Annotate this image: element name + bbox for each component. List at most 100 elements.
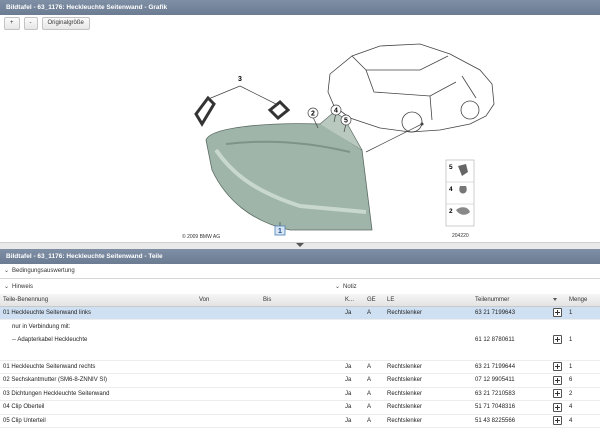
leader-line	[365, 123, 423, 153]
zoom-out-button[interactable]: -	[23, 17, 38, 30]
callout-3[interactable]: 3	[238, 76, 242, 83]
quantity-cell: 2	[566, 387, 600, 401]
table-row[interactable]: 01 Heckleuchte Seitenwand links Ja A Rechts…	[0, 306, 600, 320]
part-number-cell: 63 21 7199643	[472, 306, 550, 320]
quantity-cell: 1	[566, 360, 600, 374]
leader-dot	[420, 122, 424, 126]
ge-cell	[364, 333, 384, 347]
col-header-qty[interactable]: Menge	[566, 294, 600, 307]
table-row[interactable]: 04 Clip Oberteil Ja A Rechtslenker 51 71 704…	[0, 400, 600, 415]
to-cell	[260, 320, 342, 334]
gasket-drawing[interactable]	[194, 95, 291, 127]
part-number-cell: 61 12 8780611	[475, 336, 515, 343]
sort-icon	[553, 297, 557, 301]
panel-splitter[interactable]	[0, 242, 600, 249]
k-cell: Ja	[342, 373, 364, 388]
callout-5[interactable]: 5	[344, 118, 348, 125]
cart-cell	[550, 333, 566, 347]
callout-4[interactable]: 4	[334, 108, 338, 115]
add-to-cart-icon[interactable]	[553, 389, 562, 399]
quantity-cell: 1	[566, 306, 600, 320]
tail-lamp-drawing[interactable]	[205, 111, 373, 231]
graphic-panel-title: Bildtafel - 63_1176: Heckleuchte Seitenw…	[0, 0, 600, 15]
add-to-cart-icon[interactable]	[553, 402, 562, 412]
k-cell: Ja	[342, 306, 364, 320]
part-number-cell: 63 21 7210583	[472, 387, 550, 401]
clip-upper-icon	[459, 186, 467, 194]
table-row[interactable]: nur in Verbindung mit:	[0, 320, 600, 334]
k-cell	[342, 333, 364, 347]
collapse-arrow-icon[interactable]	[296, 243, 304, 247]
table-row[interactable]: 03 Dichtungen Heckleuchte Seitenwand Ja A R…	[0, 387, 600, 401]
table-row[interactable]: -- Adapterkabel Heckleuchte 61 12 8780611…	[0, 333, 600, 347]
thumb-label-4: 4	[449, 186, 453, 193]
notiz-section[interactable]: ⌄ Notiz	[335, 281, 357, 293]
condition-evaluation-section[interactable]: ⌄ Bedingungsauswertung	[0, 265, 600, 277]
col-header-from[interactable]: Von	[196, 294, 260, 307]
thumb-label-2: 2	[449, 208, 453, 215]
condition-evaluation-label: Bedingungsauswertung	[12, 268, 75, 274]
parts-table: Teile-Benennung Von Bis K... GE LE Teile…	[0, 294, 600, 428]
from-cell	[196, 414, 260, 428]
col-header-le[interactable]: LE	[384, 294, 472, 307]
callout-1[interactable]: 1	[278, 228, 282, 235]
to-cell	[260, 414, 342, 428]
le-cell: Rechtslenker	[384, 373, 472, 388]
add-to-cart-icon[interactable]	[553, 375, 562, 385]
part-name-cell: 03 Dichtungen Heckleuchte Seitenwand	[0, 387, 196, 401]
cart-cell	[550, 360, 566, 374]
k-cell: Ja	[342, 387, 364, 401]
to-cell	[260, 306, 342, 320]
part-name-cell	[0, 346, 196, 361]
col-header-name[interactable]: Teile-Benennung	[0, 294, 196, 307]
col-header-k[interactable]: K...	[342, 294, 364, 307]
le-cell: Rechtslenker	[384, 360, 472, 374]
cart-cell	[550, 414, 566, 428]
from-cell	[196, 306, 260, 320]
ge-cell: A	[364, 306, 384, 320]
cart-cell	[550, 400, 566, 415]
k-cell: Ja	[342, 400, 364, 415]
ge-cell	[364, 320, 384, 334]
add-to-cart-icon[interactable]	[553, 335, 562, 345]
hinweis-label: Hinweis	[12, 284, 34, 290]
from-cell	[196, 333, 260, 347]
from-cell	[196, 346, 260, 361]
graphic-toolbar: + - Originalgröße	[4, 17, 90, 33]
original-size-button[interactable]: Originalgröße	[41, 17, 90, 30]
le-cell	[384, 346, 472, 361]
add-to-cart-icon[interactable]	[553, 362, 562, 372]
col-header-to[interactable]: Bis	[260, 294, 342, 307]
small-parts-legend: 5 4 2	[445, 159, 475, 227]
add-to-cart-icon[interactable]	[553, 308, 562, 318]
from-cell	[196, 320, 260, 334]
col-header-ge[interactable]: GE	[364, 294, 384, 307]
thumb-label-5: 5	[449, 164, 453, 171]
add-to-cart-icon[interactable]	[553, 416, 562, 426]
k-cell	[342, 320, 364, 334]
col-header-part-number[interactable]: Teilenummer	[472, 294, 550, 307]
to-cell	[260, 400, 342, 415]
parts-diagram[interactable]: 3 2 4 5 1 5 4 2 © 2009 BMW AG 204220	[0, 34, 600, 242]
hinweis-section[interactable]: ⌄ Hinweis	[4, 284, 33, 290]
from-cell	[196, 360, 260, 374]
notiz-label: Notiz	[343, 284, 357, 290]
callout-2[interactable]: 2	[311, 111, 315, 118]
to-cell	[260, 387, 342, 401]
to-cell	[260, 360, 342, 374]
table-row[interactable]	[0, 346, 600, 361]
ge-cell: A	[364, 387, 384, 401]
quantity-cell	[566, 346, 600, 361]
part-number-cell: 51 71 7048316	[472, 400, 550, 415]
table-row[interactable]: 02 Sechskantmutter (SM6-8-ZNNIV SI) Ja A Re…	[0, 373, 600, 388]
table-row[interactable]: 05 Clip Unterteil Ja A Rechtslenker 51 43 82…	[0, 414, 600, 428]
ge-cell: A	[364, 373, 384, 388]
zoom-in-button[interactable]: +	[4, 17, 20, 30]
ge-cell: A	[364, 414, 384, 428]
cart-cell	[550, 320, 566, 334]
part-name-cell: 04 Clip Oberteil	[0, 400, 196, 415]
k-cell: Ja	[342, 360, 364, 374]
table-row[interactable]: 01 Heckleuchte Seitenwand rechts Ja A Recht…	[0, 360, 600, 374]
col-header-cart[interactable]	[550, 294, 566, 307]
part-name-cell: -- Adapterkabel Heckleuchte	[12, 336, 88, 343]
